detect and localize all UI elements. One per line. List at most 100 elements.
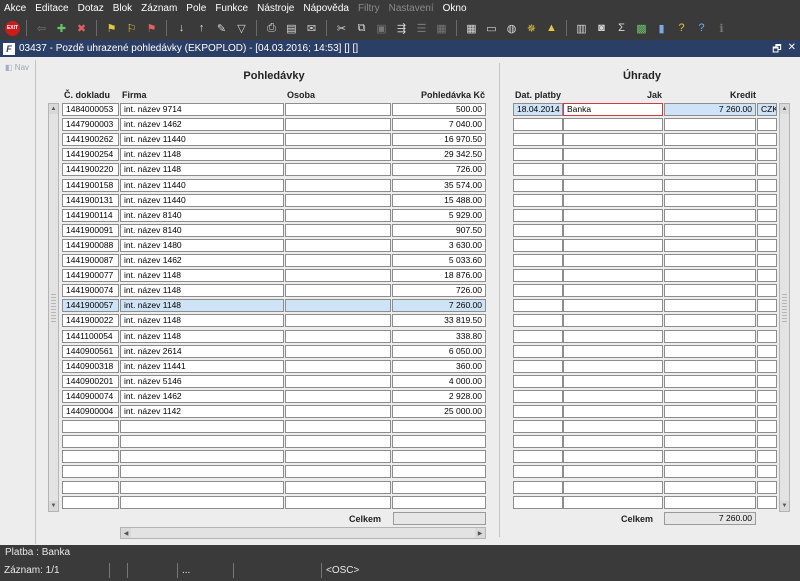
pohledavky-cell-doklad[interactable]	[62, 465, 119, 478]
pohledavky-cell-kc[interactable]: 3 630.00	[392, 239, 486, 252]
copy-icon[interactable]: ⧉	[353, 20, 370, 37]
preview-icon[interactable]: ▤	[283, 20, 300, 37]
pohledavky-cell-firma[interactable]	[120, 465, 284, 478]
pohledavky-cell-doklad[interactable]: 1440900561	[62, 345, 119, 358]
menu-item-5[interactable]: Pole	[186, 3, 206, 14]
pohledavky-vscroll[interactable]: ▲ ▼	[48, 103, 59, 512]
pohledavky-cell-osoba[interactable]	[285, 194, 391, 207]
pohledavky-cell-firma[interactable]: int. název 1148	[120, 163, 284, 176]
pohledavky-cell-doklad[interactable]: 1441900158	[62, 179, 119, 192]
pohledavky-cell-kc[interactable]: 16 970.50	[392, 133, 486, 146]
scroll-up-icon[interactable]: ▲	[49, 104, 58, 114]
pohledavky-cell-kc[interactable]: 25 000.00	[392, 405, 486, 418]
pohledavky-cell-kc[interactable]	[392, 450, 486, 463]
uhrady-cell-jak[interactable]	[563, 299, 663, 312]
pohledavky-cell-osoba[interactable]	[285, 390, 391, 403]
uhrady-cell-datum[interactable]	[513, 299, 563, 312]
uhrady-cell-datum[interactable]	[513, 435, 563, 448]
scroll-grip[interactable]	[51, 294, 56, 324]
pohledavky-cell-doklad[interactable]: 1441900057	[62, 299, 119, 312]
pohledavky-cell-osoba[interactable]	[285, 299, 391, 312]
uhrady-cell-kredit[interactable]	[664, 405, 756, 418]
help-context-icon[interactable]: ?	[673, 20, 690, 37]
uhrady-cell-datum[interactable]	[513, 239, 563, 252]
list-icon[interactable]: ☰	[413, 20, 430, 37]
uhrady-cell-datum[interactable]	[513, 420, 563, 433]
uhrady-cell-jak[interactable]	[563, 496, 663, 509]
pohledavky-cell-osoba[interactable]	[285, 239, 391, 252]
pohledavky-cell-doklad[interactable]: 1441900254	[62, 148, 119, 161]
uhrady-cell-jak[interactable]	[563, 254, 663, 267]
pohledavky-cell-osoba[interactable]	[285, 269, 391, 282]
uhrady-cell-kredit[interactable]	[664, 239, 756, 252]
pohledavky-cell-doklad[interactable]: 1441900022	[62, 314, 119, 327]
delete-icon[interactable]: ✖	[73, 20, 90, 37]
uhrady-cell-mena[interactable]	[757, 133, 777, 146]
grid-icon[interactable]: ▦	[433, 20, 450, 37]
pohledavky-cell-doklad[interactable]: 1441900087	[62, 254, 119, 267]
pohledavky-cell-kc[interactable]: 33 819.50	[392, 314, 486, 327]
uhrady-cell-jak[interactable]	[563, 405, 663, 418]
uhrady-cell-jak[interactable]	[563, 133, 663, 146]
chart-icon[interactable]: ▥	[573, 20, 590, 37]
pohledavky-cell-doklad[interactable]	[62, 420, 119, 433]
uhrady-cell-datum[interactable]	[513, 314, 563, 327]
query-enter-icon[interactable]: ⚑	[103, 20, 120, 37]
uhrady-cell-datum[interactable]	[513, 375, 563, 388]
excel-icon[interactable]: ▩	[633, 20, 650, 37]
pohledavky-cell-osoba[interactable]	[285, 148, 391, 161]
pohledavky-cell-osoba[interactable]	[285, 330, 391, 343]
pohledavky-cell-firma[interactable]	[120, 481, 284, 494]
query-cancel-icon[interactable]: ⚑	[143, 20, 160, 37]
pohledavky-cell-doklad[interactable]: 1441900088	[62, 239, 119, 252]
pohledavky-cell-firma[interactable]: int. název 1462	[120, 118, 284, 131]
scroll-up-icon[interactable]: ▲	[780, 104, 789, 114]
pohledavky-cell-osoba[interactable]	[285, 118, 391, 131]
pohledavky-cell-kc[interactable]: 726.00	[392, 163, 486, 176]
uhrady-cell-jak[interactable]	[563, 360, 663, 373]
pohledavky-cell-kc[interactable]: 29 342.50	[392, 148, 486, 161]
pohledavky-cell-doklad[interactable]: 1441900114	[62, 209, 119, 222]
uhrady-cell-kredit[interactable]	[664, 254, 756, 267]
pohledavky-cell-kc[interactable]	[392, 465, 486, 478]
pohledavky-cell-firma[interactable]: int. název 1148	[120, 299, 284, 312]
pohledavky-cell-kc[interactable]	[392, 496, 486, 509]
uhrady-cell-mena[interactable]	[757, 148, 777, 161]
menu-item-4[interactable]: Záznam	[141, 3, 177, 14]
uhrady-cell-mena[interactable]	[757, 269, 777, 282]
pohledavky-cell-osoba[interactable]	[285, 375, 391, 388]
pohledavky-cell-osoba[interactable]	[285, 496, 391, 509]
uhrady-cell-jak[interactable]	[563, 269, 663, 282]
uhrady-cell-datum[interactable]	[513, 330, 563, 343]
pohledavky-cell-kc[interactable]: 2 928.00	[392, 390, 486, 403]
sort-asc-icon[interactable]: ↓	[173, 20, 190, 37]
uhrady-cell-mena[interactable]	[757, 209, 777, 222]
uhrady-cell-datum[interactable]	[513, 163, 563, 176]
uhrady-cell-datum[interactable]	[513, 209, 563, 222]
pohledavky-cell-osoba[interactable]	[285, 163, 391, 176]
calendar-icon[interactable]: ▦	[463, 20, 480, 37]
uhrady-cell-mena[interactable]	[757, 330, 777, 343]
uhrady-cell-kredit[interactable]	[664, 133, 756, 146]
pohledavky-cell-osoba[interactable]	[285, 209, 391, 222]
pohledavky-cell-firma[interactable]: int. název 8140	[120, 209, 284, 222]
scroll-right-icon[interactable]: ▶	[475, 528, 485, 538]
pohledavky-cell-kc[interactable]: 18 876.00	[392, 269, 486, 282]
uhrady-cell-kredit[interactable]	[664, 224, 756, 237]
pohledavky-cell-osoba[interactable]	[285, 481, 391, 494]
pohledavky-cell-kc[interactable]: 4 000.00	[392, 375, 486, 388]
uhrady-cell-mena[interactable]	[757, 224, 777, 237]
pohledavky-cell-kc[interactable]	[392, 481, 486, 494]
uhrady-cell-kredit[interactable]	[664, 420, 756, 433]
pohledavky-cell-osoba[interactable]	[285, 435, 391, 448]
uhrady-cell-kredit[interactable]	[664, 375, 756, 388]
pohledavky-cell-kc[interactable]: 35 574.00	[392, 179, 486, 192]
uhrady-cell-datum[interactable]	[513, 481, 563, 494]
uhrady-cell-kredit[interactable]: 7 260.00	[664, 103, 756, 116]
uhrady-cell-kredit[interactable]	[664, 390, 756, 403]
nav-tab[interactable]: ◧ Nav	[2, 60, 36, 544]
uhrady-cell-mena[interactable]	[757, 390, 777, 403]
pohledavky-cell-osoba[interactable]	[285, 405, 391, 418]
pohledavky-hscroll[interactable]: ◀ ▶	[120, 527, 486, 539]
pohledavky-cell-doklad[interactable]: 1440900004	[62, 405, 119, 418]
